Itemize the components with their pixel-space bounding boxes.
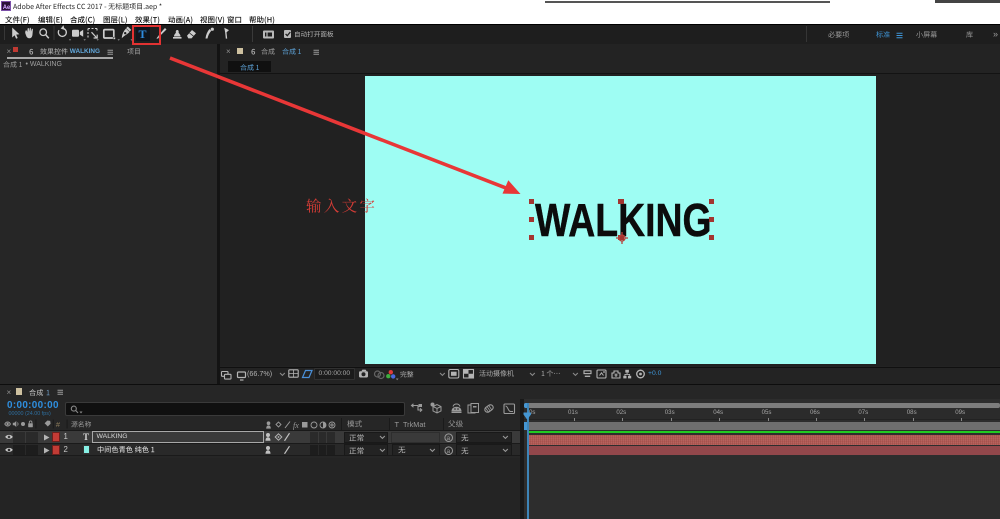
- svg-text:a: a: [447, 435, 451, 442]
- svg-text:a: a: [447, 448, 451, 455]
- svg-text:#: #: [56, 420, 61, 429]
- svg-text:fx: fx: [293, 421, 299, 430]
